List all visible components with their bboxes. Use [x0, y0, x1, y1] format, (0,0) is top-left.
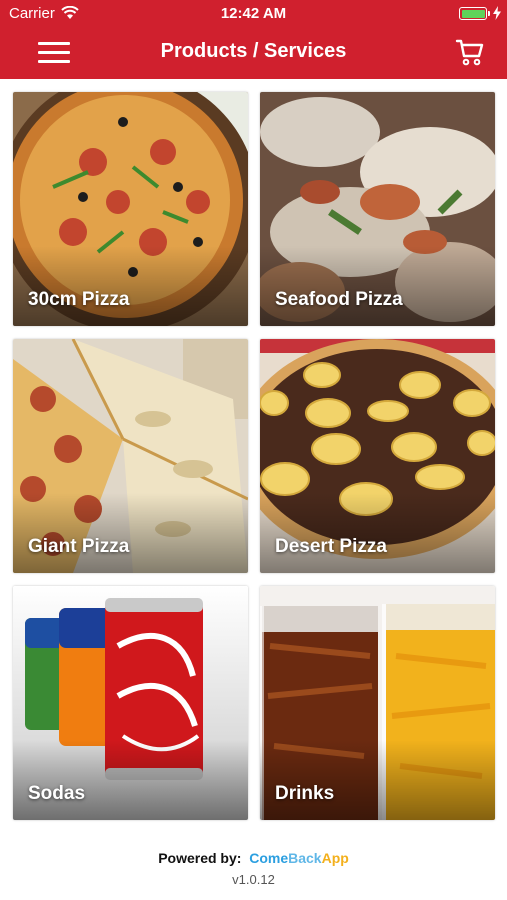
battery-icon	[459, 7, 490, 20]
tile-label: 30cm Pizza	[28, 289, 130, 310]
status-bar: Carrier 12:42 AM	[0, 0, 507, 28]
category-tile-drinks[interactable]: Drinks	[260, 586, 495, 820]
category-tile-desert-pizza[interactable]: Desert Pizza	[260, 339, 495, 573]
navigation-bar: Products / Services	[0, 28, 507, 79]
powered-by-line: Powered by: ComeBackApp	[0, 850, 507, 866]
category-tile-sodas[interactable]: Sodas	[13, 586, 248, 820]
shopping-cart-icon	[455, 39, 484, 66]
footer: Powered by: ComeBackApp v1.0.12	[0, 850, 507, 887]
category-tile-giant-pizza[interactable]: Giant Pizza	[13, 339, 248, 573]
brand-name-back: Back	[288, 850, 322, 866]
brand-name-app: App	[321, 850, 349, 866]
brand-name-come: Come	[249, 850, 289, 866]
app-header: Carrier 12:42 AM Products / Services	[0, 0, 507, 79]
category-tile-30cm-pizza[interactable]: 30cm Pizza	[13, 92, 248, 326]
powered-by-label: Powered by:	[158, 850, 242, 866]
category-tile-seafood-pizza[interactable]: Seafood Pizza	[260, 92, 495, 326]
tile-label: Giant Pizza	[28, 536, 130, 557]
tile-label: Sodas	[28, 783, 86, 804]
status-time: 12:42 AM	[220, 5, 287, 22]
tile-label: Seafood Pizza	[275, 289, 403, 310]
cart-button[interactable]	[455, 37, 485, 67]
charging-bolt-icon	[493, 6, 501, 20]
tile-label: Desert Pizza	[275, 536, 387, 557]
app-version: v1.0.12	[232, 872, 275, 887]
tile-label: Drinks	[275, 783, 335, 804]
page-title: Products / Services	[160, 40, 347, 62]
